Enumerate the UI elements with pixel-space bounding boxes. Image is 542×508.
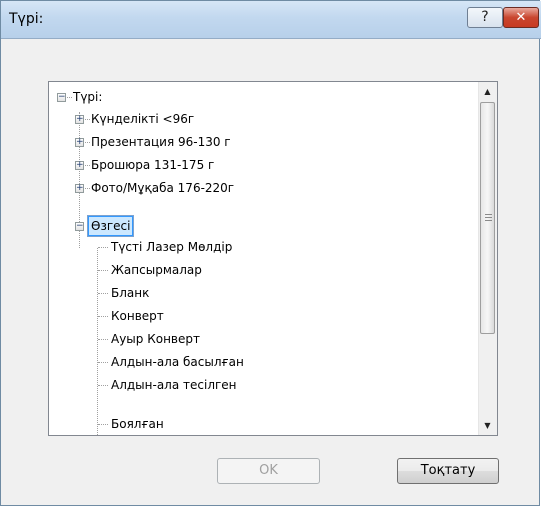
vertical-scrollbar[interactable]: ▲ ▼ — [478, 82, 497, 435]
ok-button[interactable]: OK — [217, 458, 320, 484]
tree-node-daily[interactable]: + Күнделікті <96г — [49, 109, 469, 129]
cancel-button[interactable]: Тоқтату — [397, 458, 499, 484]
tree-leaf-label: Алдын-ала тесілген — [111, 378, 237, 392]
tree-leaf-label: Конверт — [111, 309, 164, 323]
collapse-icon[interactable]: − — [57, 93, 66, 102]
tree-node-label: Түрі: — [73, 90, 103, 104]
tree-node-presentation[interactable]: + Презентация 96-130 г — [49, 132, 469, 152]
tree-leaf[interactable]: Алдын-ала тесілген — [49, 375, 469, 395]
tree-leaf-label: Түсті Лазер Мөлдір — [111, 240, 233, 254]
tree-connector — [98, 339, 108, 340]
tree-connector — [85, 142, 90, 143]
scroll-up-arrow-icon[interactable]: ▲ — [479, 83, 496, 100]
tree-leaf[interactable]: Боялған — [49, 414, 469, 434]
tree-node-photo-cover[interactable]: + Фото/Мұқаба 176-220г — [49, 178, 469, 198]
scroll-down-arrow-icon[interactable]: ▼ — [479, 417, 496, 434]
tree-connector — [98, 247, 108, 248]
tree-node-label: Презентация 96-130 г — [91, 135, 231, 149]
tree-leaf-label: Бланк — [111, 286, 150, 300]
close-button[interactable]: ✕ — [503, 7, 539, 28]
tree-connector — [85, 188, 90, 189]
media-type-tree[interactable]: − Түрі: + Күнделікті <96г + Презентация … — [48, 81, 498, 436]
tree-leaf[interactable]: Конверт — [49, 306, 469, 326]
tree-node-label-selected: Өзгесі — [86, 215, 135, 237]
tree-leaf-label: Жапсырмалар — [111, 263, 202, 277]
tree-connector — [98, 270, 108, 271]
tree-node-label: Брошюра 131-175 г — [91, 158, 215, 172]
tree-connector — [98, 362, 108, 363]
tree-node-root[interactable]: − Түрі: — [49, 87, 469, 107]
tree-connector — [98, 424, 108, 425]
expand-icon[interactable]: + — [75, 115, 84, 124]
grip-line — [485, 220, 492, 221]
tree-leaf[interactable]: Жапсырмалар — [49, 260, 469, 280]
tree-leaf[interactable]: Ауыр Конверт — [49, 329, 469, 349]
tree-leaf[interactable]: Бланк — [49, 283, 469, 303]
tree-leaf[interactable]: Түсті Лазер Мөлдір — [49, 237, 469, 257]
tree-leaf[interactable]: Алдын-ала басылған — [49, 352, 469, 372]
expand-icon[interactable]: + — [75, 184, 84, 193]
grip-line — [485, 214, 492, 215]
tree-leaf-label: Алдын-ала басылған — [111, 355, 244, 369]
tree-connector — [67, 97, 72, 98]
scrollbar-thumb[interactable] — [480, 102, 495, 334]
tree-node-brochure[interactable]: + Брошюра 131-175 г — [49, 155, 469, 175]
tree-content: − Түрі: + Күнделікті <96г + Презентация … — [49, 82, 479, 435]
tree-node-other[interactable]: − Өзгесі — [49, 215, 469, 237]
help-button[interactable]: ? — [467, 7, 503, 28]
tree-leaf-label: Ауыр Конверт — [111, 332, 200, 346]
tree-connector — [85, 165, 90, 166]
tree-node-label: Фото/Мұқаба 176-220г — [91, 181, 235, 195]
grip-line — [485, 217, 492, 218]
tree-connector — [98, 385, 108, 386]
dialog-window: Түрі: ? ✕ − Түрі: + Күнделікті <96г + Пр… — [0, 0, 541, 506]
tree-connector — [98, 293, 108, 294]
collapse-icon[interactable]: − — [75, 222, 84, 231]
tree-connector — [98, 316, 108, 317]
tree-connector — [85, 119, 90, 120]
expand-icon[interactable]: + — [75, 161, 84, 170]
title-bar: Түрі: ? ✕ — [1, 1, 541, 39]
window-title: Түрі: — [9, 11, 44, 27]
expand-icon[interactable]: + — [75, 138, 84, 147]
tree-node-label: Күнделікті <96г — [91, 112, 195, 126]
tree-leaf-label: Боялған — [111, 417, 164, 431]
